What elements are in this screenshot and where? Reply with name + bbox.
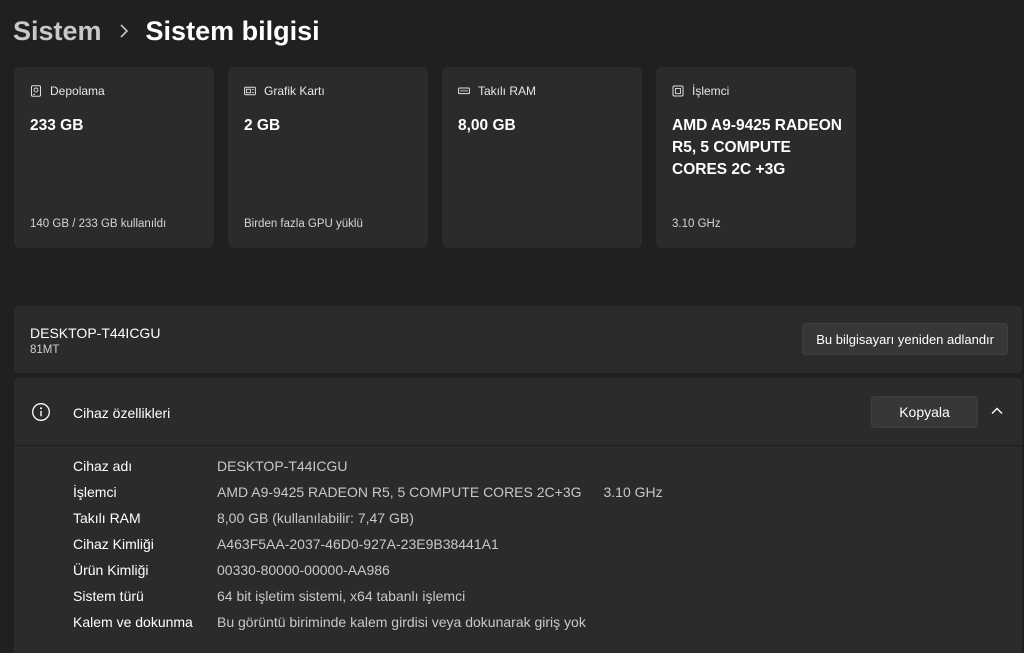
- breadcrumb-parent-link[interactable]: Sistem: [13, 16, 102, 47]
- copy-button[interactable]: Kopyala: [871, 396, 978, 428]
- spec-label: Takılı RAM: [73, 510, 141, 526]
- card-label: Takılı RAM: [478, 84, 537, 98]
- page-title: Sistem bilgisi: [145, 15, 320, 46]
- rename-pc-button[interactable]: Bu bilgisayarı yeniden adlandır: [802, 323, 1008, 355]
- spec-label: İşlemci: [73, 484, 117, 500]
- spec-value: DESKTOP-T44ICGU: [217, 458, 348, 474]
- graphics-card-card[interactable]: Grafik Kartı 2 GB Birden fazla GPU yüklü: [228, 67, 428, 248]
- system-info-page: Sistem Sistem bilgisi Depolama 233 GB 14…: [0, 0, 1024, 653]
- spec-value: Bu görüntü biriminde kalem girdisi veya …: [217, 614, 586, 630]
- card-footer: 3.10 GHz: [672, 218, 721, 230]
- chevron-right-icon: [119, 24, 129, 38]
- spec-value: AMD A9-9425 RADEON R5, 5 COMPUTE CORES 2…: [217, 484, 663, 500]
- breadcrumb: Sistem Sistem bilgisi: [13, 12, 320, 50]
- card-label: Depolama: [50, 84, 105, 98]
- device-specs-panel: Cihaz özellikleri Kopyala Cihaz adı DESK…: [14, 378, 1022, 653]
- spec-value: 8,00 GB (kullanılabilir: 7,47 GB): [217, 510, 414, 526]
- card-value: 233 GB: [30, 117, 84, 134]
- storage-icon: [30, 85, 42, 97]
- card-footer: 140 GB / 233 GB kullanıldı: [30, 218, 167, 230]
- graphics-card-icon: [244, 85, 256, 97]
- card-label: İşlemci: [692, 84, 730, 98]
- spec-label: Cihaz Kimliği: [73, 536, 154, 552]
- info-icon: [32, 403, 50, 421]
- ram-icon: [458, 85, 470, 97]
- spec-value: 00330-80000-00000-AA986: [217, 562, 390, 578]
- card-value: 2 GB: [244, 117, 281, 134]
- spec-label: Ürün Kimliği: [73, 562, 149, 578]
- spec-label: Cihaz adı: [73, 458, 133, 474]
- spec-value-frequency: 3.10 GHz: [603, 484, 663, 500]
- storage-card[interactable]: Depolama 233 GB 140 GB / 233 GB kullanıl…: [14, 67, 214, 248]
- chevron-up-icon[interactable]: [990, 404, 1004, 418]
- processor-icon: [672, 85, 684, 97]
- spec-value: A463F5AA-2037-46D0-927A-23E9B38441A1: [217, 536, 499, 552]
- spec-label: Sistem türü: [73, 588, 144, 604]
- device-specs-header[interactable]: Cihaz özellikleri Kopyala: [14, 378, 1022, 446]
- ram-card[interactable]: Takılı RAM 8,00 GB: [442, 67, 642, 248]
- card-value: 8,00 GB: [458, 117, 516, 134]
- card-footer: Birden fazla GPU yüklü: [244, 218, 363, 230]
- device-specs-title: Cihaz özellikleri: [73, 405, 171, 421]
- card-value: AMD A9-9425 RADEON R5, 5 COMPUTE CORES 2…: [672, 117, 842, 178]
- spec-value: 64 bit işletim sistemi, x64 tabanlı işle…: [217, 588, 466, 604]
- spec-label: Kalem ve dokunma: [73, 614, 193, 630]
- processor-card[interactable]: İşlemci AMD A9-9425 RADEON R5, 5 COMPUTE…: [656, 67, 856, 248]
- device-name-panel: DESKTOP-T44ICGU 81MT Bu bilgisayarı yeni…: [14, 306, 1022, 373]
- device-model: 81MT: [30, 344, 60, 356]
- spec-value-text: AMD A9-9425 RADEON R5, 5 COMPUTE CORES 2…: [217, 484, 582, 500]
- device-name: DESKTOP-T44ICGU: [30, 325, 161, 341]
- card-label: Grafik Kartı: [264, 84, 325, 98]
